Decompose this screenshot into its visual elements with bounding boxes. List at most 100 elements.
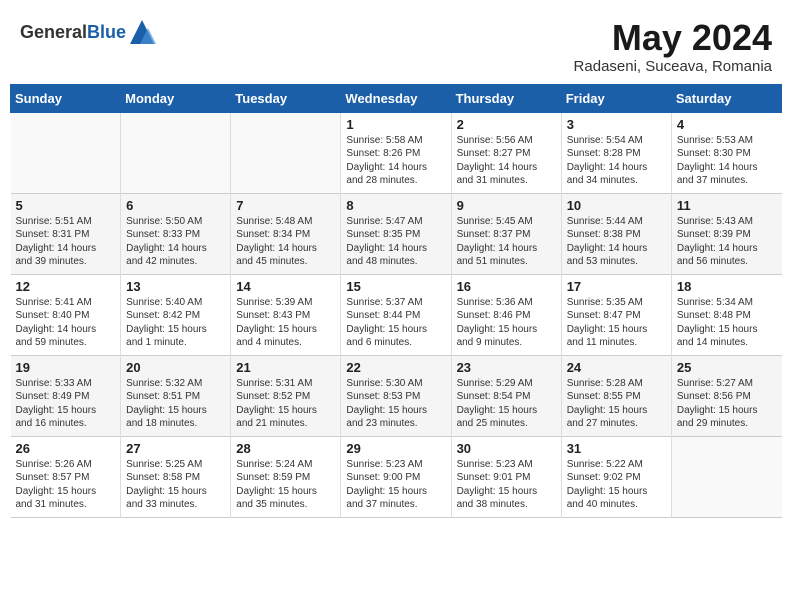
day-number: 31 bbox=[567, 441, 666, 456]
calendar-cell: 3 Sunrise: 5:54 AM Sunset: 8:28 PM Daylig… bbox=[561, 112, 671, 193]
cell-info: Sunrise: 5:43 AM Sunset: 8:39 PM Dayligh… bbox=[677, 215, 777, 269]
day-number: 2 bbox=[457, 117, 556, 132]
col-header-tuesday: Tuesday bbox=[231, 84, 341, 112]
day-number: 18 bbox=[677, 279, 777, 294]
calendar-cell: 17 Sunrise: 5:35 AM Sunset: 8:47 PM Dayli… bbox=[561, 274, 671, 355]
day-number: 24 bbox=[567, 360, 666, 375]
calendar-week-5: 26 Sunrise: 5:26 AM Sunset: 8:57 PM Dayli… bbox=[11, 436, 782, 517]
cell-info: Sunrise: 5:47 AM Sunset: 8:35 PM Dayligh… bbox=[346, 215, 445, 269]
cell-info: Sunrise: 5:25 AM Sunset: 8:58 PM Dayligh… bbox=[126, 458, 225, 512]
logo-blue: Blue bbox=[87, 22, 126, 42]
calendar-cell: 4 Sunrise: 5:53 AM Sunset: 8:30 PM Daylig… bbox=[671, 112, 781, 193]
calendar-cell: 12 Sunrise: 5:41 AM Sunset: 8:40 PM Dayli… bbox=[11, 274, 121, 355]
col-header-monday: Monday bbox=[121, 84, 231, 112]
calendar-cell: 29 Sunrise: 5:23 AM Sunset: 9:00 PM Dayli… bbox=[341, 436, 451, 517]
calendar-cell: 7 Sunrise: 5:48 AM Sunset: 8:34 PM Daylig… bbox=[231, 193, 341, 274]
logo-icon bbox=[128, 18, 156, 46]
day-number: 16 bbox=[457, 279, 556, 294]
day-number: 6 bbox=[126, 198, 225, 213]
calendar-cell: 25 Sunrise: 5:27 AM Sunset: 8:56 PM Dayli… bbox=[671, 355, 781, 436]
cell-info: Sunrise: 5:50 AM Sunset: 8:33 PM Dayligh… bbox=[126, 215, 225, 269]
calendar-cell: 31 Sunrise: 5:22 AM Sunset: 9:02 PM Dayli… bbox=[561, 436, 671, 517]
day-number: 9 bbox=[457, 198, 556, 213]
calendar-cell: 16 Sunrise: 5:36 AM Sunset: 8:46 PM Dayli… bbox=[451, 274, 561, 355]
cell-info: Sunrise: 5:44 AM Sunset: 8:38 PM Dayligh… bbox=[567, 215, 666, 269]
calendar-week-2: 5Sunrise: 5:51 AM Sunset: 8:31 PM Daylig… bbox=[11, 193, 782, 274]
cell-info: Sunrise: 5:27 AM Sunset: 8:56 PM Dayligh… bbox=[677, 377, 777, 431]
cell-info: Sunrise: 5:54 AM Sunset: 8:28 PM Dayligh… bbox=[567, 134, 666, 188]
day-number: 13 bbox=[126, 279, 225, 294]
cell-info: Sunrise: 5:39 AM Sunset: 8:43 PM Dayligh… bbox=[236, 296, 335, 350]
calendar-week-1: 1 Sunrise: 5:58 AM Sunset: 8:26 PM Daylig… bbox=[11, 112, 782, 193]
day-number: 25 bbox=[677, 360, 777, 375]
cell-info: Sunrise: 5:53 AM Sunset: 8:30 PM Dayligh… bbox=[677, 134, 777, 188]
day-number: 4 bbox=[677, 117, 777, 132]
day-number: 17 bbox=[567, 279, 666, 294]
calendar-cell bbox=[11, 112, 121, 193]
cell-info: Sunrise: 5:22 AM Sunset: 9:02 PM Dayligh… bbox=[567, 458, 666, 512]
col-header-friday: Friday bbox=[561, 84, 671, 112]
day-number: 23 bbox=[457, 360, 556, 375]
day-number: 29 bbox=[346, 441, 445, 456]
day-number: 3 bbox=[567, 117, 666, 132]
calendar-cell: 15 Sunrise: 5:37 AM Sunset: 8:44 PM Dayli… bbox=[341, 274, 451, 355]
cell-info: Sunrise: 5:48 AM Sunset: 8:34 PM Dayligh… bbox=[236, 215, 335, 269]
cell-info: Sunrise: 5:23 AM Sunset: 9:01 PM Dayligh… bbox=[457, 458, 556, 512]
page-header: GeneralBlue May 2024 Radaseni, Suceava, … bbox=[10, 10, 782, 80]
col-header-sunday: Sunday bbox=[11, 84, 121, 112]
title-block: May 2024 Radaseni, Suceava, Romania bbox=[574, 18, 772, 75]
cell-info: Sunrise: 5:34 AM Sunset: 8:48 PM Dayligh… bbox=[677, 296, 777, 350]
day-number: 14 bbox=[236, 279, 335, 294]
day-number: 22 bbox=[346, 360, 445, 375]
calendar-cell: 19 Sunrise: 5:33 AM Sunset: 8:49 PM Dayli… bbox=[11, 355, 121, 436]
cell-info: Sunrise: 5:33 AM Sunset: 8:49 PM Dayligh… bbox=[16, 377, 116, 431]
cell-info: Sunrise: 5:45 AM Sunset: 8:37 PM Dayligh… bbox=[457, 215, 556, 269]
cell-info: Sunrise: 5:41 AM Sunset: 8:40 PM Dayligh… bbox=[16, 296, 116, 350]
calendar-cell: 10 Sunrise: 5:44 AM Sunset: 8:38 PM Dayli… bbox=[561, 193, 671, 274]
calendar-cell: 28 Sunrise: 5:24 AM Sunset: 8:59 PM Dayli… bbox=[231, 436, 341, 517]
cell-info: Sunrise: 5:35 AM Sunset: 8:47 PM Dayligh… bbox=[567, 296, 666, 350]
day-number: 20 bbox=[126, 360, 225, 375]
calendar-cell: 20 Sunrise: 5:32 AM Sunset: 8:51 PM Dayli… bbox=[121, 355, 231, 436]
calendar-cell bbox=[671, 436, 781, 517]
logo-general: General bbox=[20, 22, 87, 42]
calendar-cell: 14 Sunrise: 5:39 AM Sunset: 8:43 PM Dayli… bbox=[231, 274, 341, 355]
day-number: 1 bbox=[346, 117, 445, 132]
day-number: 27 bbox=[126, 441, 225, 456]
calendar-cell: 5Sunrise: 5:51 AM Sunset: 8:31 PM Daylig… bbox=[11, 193, 121, 274]
calendar-cell: 18 Sunrise: 5:34 AM Sunset: 8:48 PM Dayli… bbox=[671, 274, 781, 355]
calendar-cell: 13Sunrise: 5:40 AM Sunset: 8:42 PM Dayli… bbox=[121, 274, 231, 355]
calendar-cell: 11Sunrise: 5:43 AM Sunset: 8:39 PM Dayli… bbox=[671, 193, 781, 274]
calendar-week-3: 12 Sunrise: 5:41 AM Sunset: 8:40 PM Dayli… bbox=[11, 274, 782, 355]
calendar-cell: 30 Sunrise: 5:23 AM Sunset: 9:01 PM Dayli… bbox=[451, 436, 561, 517]
month-title: May 2024 bbox=[574, 18, 772, 58]
col-header-thursday: Thursday bbox=[451, 84, 561, 112]
cell-info: Sunrise: 5:58 AM Sunset: 8:26 PM Dayligh… bbox=[346, 134, 445, 188]
calendar-cell: 21Sunrise: 5:31 AM Sunset: 8:52 PM Dayli… bbox=[231, 355, 341, 436]
day-number: 10 bbox=[567, 198, 666, 213]
cell-info: Sunrise: 5:36 AM Sunset: 8:46 PM Dayligh… bbox=[457, 296, 556, 350]
day-number: 5 bbox=[16, 198, 116, 213]
day-number: 28 bbox=[236, 441, 335, 456]
cell-info: Sunrise: 5:23 AM Sunset: 9:00 PM Dayligh… bbox=[346, 458, 445, 512]
col-header-saturday: Saturday bbox=[671, 84, 781, 112]
day-number: 26 bbox=[16, 441, 116, 456]
cell-info: Sunrise: 5:24 AM Sunset: 8:59 PM Dayligh… bbox=[236, 458, 335, 512]
cell-info: Sunrise: 5:30 AM Sunset: 8:53 PM Dayligh… bbox=[346, 377, 445, 431]
day-number: 15 bbox=[346, 279, 445, 294]
day-number: 19 bbox=[16, 360, 116, 375]
calendar-cell: 22 Sunrise: 5:30 AM Sunset: 8:53 PM Dayli… bbox=[341, 355, 451, 436]
calendar-cell: 26 Sunrise: 5:26 AM Sunset: 8:57 PM Dayli… bbox=[11, 436, 121, 517]
cell-info: Sunrise: 5:32 AM Sunset: 8:51 PM Dayligh… bbox=[126, 377, 225, 431]
calendar-week-4: 19 Sunrise: 5:33 AM Sunset: 8:49 PM Dayli… bbox=[11, 355, 782, 436]
cell-info: Sunrise: 5:37 AM Sunset: 8:44 PM Dayligh… bbox=[346, 296, 445, 350]
calendar-cell: 2Sunrise: 5:56 AM Sunset: 8:27 PM Daylig… bbox=[451, 112, 561, 193]
calendar-cell: 1 Sunrise: 5:58 AM Sunset: 8:26 PM Daylig… bbox=[341, 112, 451, 193]
day-number: 7 bbox=[236, 198, 335, 213]
day-number: 30 bbox=[457, 441, 556, 456]
calendar-cell bbox=[231, 112, 341, 193]
calendar-cell: 8Sunrise: 5:47 AM Sunset: 8:35 PM Daylig… bbox=[341, 193, 451, 274]
day-number: 12 bbox=[16, 279, 116, 294]
day-number: 21 bbox=[236, 360, 335, 375]
cell-info: Sunrise: 5:26 AM Sunset: 8:57 PM Dayligh… bbox=[16, 458, 116, 512]
